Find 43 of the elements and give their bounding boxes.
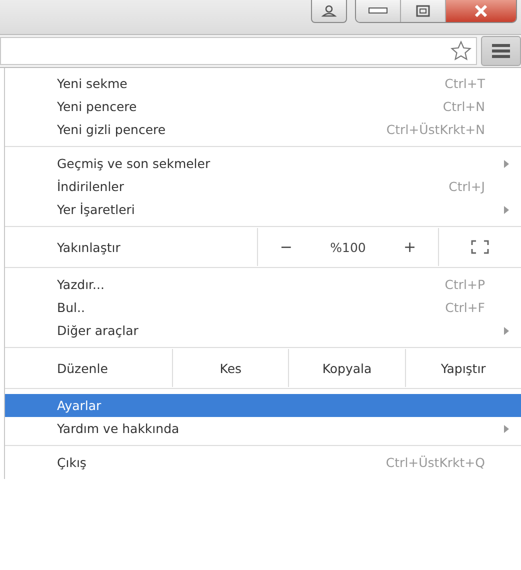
- shortcut-text: Ctrl+J: [448, 179, 486, 194]
- shortcut-text: Ctrl+P: [444, 277, 486, 292]
- zoom-out-button[interactable]: −: [274, 238, 298, 256]
- menu-item[interactable]: Yeni pencere Ctrl+N: [5, 95, 521, 118]
- maximize-icon: [416, 5, 430, 17]
- fullscreen-icon: [471, 240, 489, 254]
- menu-icon: [492, 44, 510, 58]
- edit-button[interactable]: Yapıştır: [404, 349, 521, 387]
- edit-label: Düzenle: [56, 360, 109, 378]
- maximize-button[interactable]: [400, 0, 445, 22]
- user-button[interactable]: [311, 0, 347, 23]
- zoom-in-button[interactable]: +: [398, 238, 422, 256]
- minimize-button[interactable]: [356, 0, 400, 22]
- zoom-label: Yakınlaştır: [56, 238, 122, 256]
- menu-item[interactable]: Çıkış Ctrl+ÜstKrkt+Q: [5, 451, 521, 474]
- close-icon: [474, 5, 488, 17]
- menu-item[interactable]: Yardım ve hakkında: [5, 417, 521, 440]
- shortcut-text: Ctrl+F: [445, 300, 486, 315]
- star-icon[interactable]: [450, 40, 472, 62]
- menu-item[interactable]: Ayarlar: [5, 394, 521, 417]
- menu-item[interactable]: Yer İşaretleri: [5, 198, 521, 221]
- menu-item[interactable]: Geçmiş ve son sekmeler: [5, 152, 521, 175]
- minimize-icon: [368, 7, 388, 15]
- submenu-arrow-icon: [504, 326, 509, 334]
- shortcut-text: Ctrl+T: [444, 76, 486, 91]
- menu-item[interactable]: Yeni sekme Ctrl+T: [5, 72, 521, 95]
- menu-item[interactable]: Bul.. Ctrl+F: [5, 296, 521, 319]
- zoom-value: %100: [330, 240, 366, 254]
- submenu-arrow-icon: [504, 160, 509, 168]
- shortcut-text: Ctrl+N: [442, 99, 486, 114]
- menu-button[interactable]: [481, 36, 521, 66]
- person-icon: [321, 5, 337, 17]
- submenu-arrow-icon: [504, 424, 509, 432]
- shortcut-text: Ctrl+ÜstKrkt+Q: [386, 455, 486, 470]
- menu-item[interactable]: Diğer araçlar: [5, 319, 521, 342]
- submenu-arrow-icon: [504, 206, 509, 214]
- edit-button[interactable]: Kopyala: [288, 349, 405, 387]
- menu-item[interactable]: Yeni gizli pencere Ctrl+ÜstKrkt+N: [5, 118, 521, 141]
- edit-button[interactable]: Kes: [172, 349, 288, 387]
- close-button[interactable]: [445, 0, 516, 22]
- shortcut-text: Ctrl+ÜstKrkt+N: [386, 122, 486, 137]
- menu-item[interactable]: Yazdır... Ctrl+P: [5, 273, 521, 296]
- menu-item[interactable]: İndirilenler Ctrl+J: [5, 175, 521, 198]
